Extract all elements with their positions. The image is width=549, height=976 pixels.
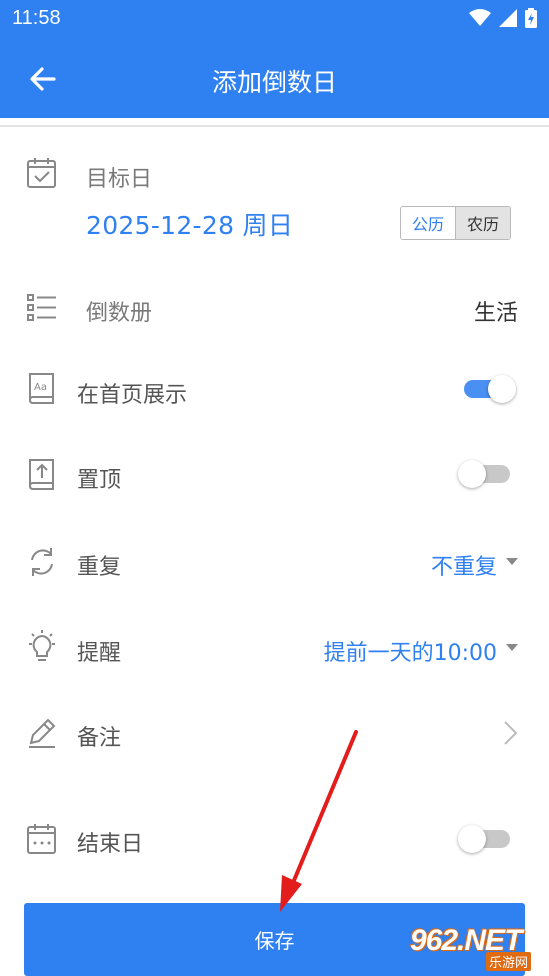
battery-icon — [525, 8, 537, 28]
reminder-dropdown[interactable]: 提前一天的10:00 — [324, 635, 497, 667]
end-date-switch[interactable] — [458, 825, 512, 853]
calendar-type-toggle[interactable]: 公历 农历 — [400, 206, 511, 240]
svg-text:Aa: Aa — [34, 382, 47, 393]
lunar-calendar-option[interactable]: 农历 — [455, 207, 510, 239]
reminder-label: 提醒 — [77, 641, 122, 666]
switch-knob — [488, 375, 516, 403]
wifi-icon — [469, 9, 491, 26]
lightbulb-icon — [29, 630, 55, 661]
repeat-label: 重复 — [77, 555, 122, 580]
show-on-home-label: 在首页展示 — [77, 383, 188, 408]
calendar-icon — [27, 824, 56, 854]
status-icons — [469, 6, 537, 30]
pin-top-icon — [29, 459, 54, 490]
book-icon: Aa — [29, 373, 54, 404]
note-label: 备注 — [77, 726, 122, 751]
header-divider — [0, 125, 549, 127]
repeat-dropdown[interactable]: 不重复 — [431, 549, 497, 581]
signal-icon — [499, 9, 517, 27]
chevron-right-icon[interactable] — [502, 720, 518, 746]
countdown-book-label: 倒数册 — [86, 301, 153, 326]
show-on-home-switch[interactable] — [462, 375, 516, 403]
page-title: 添加倒数日 — [211, 68, 337, 97]
watermark-subtitle: 乐游网 — [486, 952, 532, 971]
list-icon — [27, 294, 56, 321]
app-header: 11:58 添加倒数日 — [0, 0, 549, 118]
switch-knob — [458, 825, 486, 853]
save-button-label: 保存 — [254, 929, 295, 953]
repeat-dropdown-arrow-icon[interactable] — [506, 558, 518, 565]
pin-top-label: 置顶 — [77, 468, 122, 493]
end-date-label: 结束日 — [77, 832, 144, 857]
switch-knob — [458, 460, 486, 488]
repeat-icon — [31, 548, 53, 576]
countdown-book-value[interactable]: 生活 — [474, 295, 518, 327]
pin-top-switch[interactable] — [458, 460, 512, 488]
reminder-dropdown-arrow-icon[interactable] — [506, 644, 518, 651]
solar-calendar-option[interactable]: 公历 — [401, 207, 455, 239]
status-time: 11:58 — [12, 7, 61, 29]
pencil-icon — [29, 718, 56, 748]
target-date-value[interactable]: 2025-12-28 周日 — [86, 206, 293, 242]
calendar-check-icon — [27, 158, 56, 188]
target-date-label: 目标日 — [86, 167, 153, 192]
